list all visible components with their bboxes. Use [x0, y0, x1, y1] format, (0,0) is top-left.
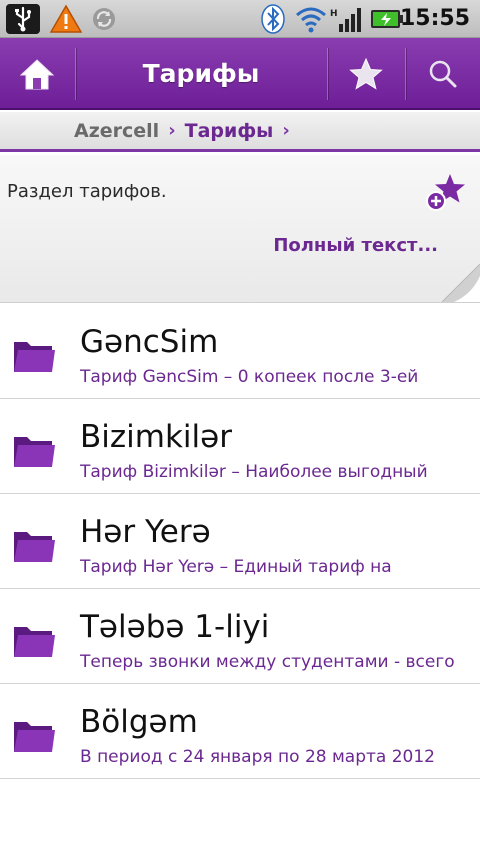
- section-description: Раздел тарифов.: [7, 181, 167, 202]
- list-item-subtitle: Тариф Bizimkilər – Наиболее выгодный: [80, 462, 428, 482]
- breadcrumb-root[interactable]: Azercell: [74, 120, 159, 142]
- list-item[interactable]: Bölgəm В период с 24 января по 28 марта …: [0, 684, 480, 779]
- breadcrumb-current[interactable]: Тарифы: [185, 120, 274, 142]
- folder-icon: [14, 437, 55, 467]
- folder-icon: [14, 532, 55, 562]
- folder-icon: [14, 627, 55, 657]
- chevron-right-icon: ›: [168, 120, 176, 141]
- home-button[interactable]: [0, 38, 74, 110]
- warning-icon: [50, 4, 82, 33]
- chevron-right-icon: ›: [282, 120, 290, 141]
- search-icon: [429, 60, 457, 88]
- list-item-title: GəncSim: [80, 324, 219, 360]
- description-panel: Раздел тарифов. Полный текст...: [0, 155, 480, 303]
- page-curl-icon: [442, 264, 480, 302]
- list-item[interactable]: GəncSim Тариф GəncSim – 0 копеек после 3…: [0, 304, 480, 399]
- star-icon: [349, 57, 383, 90]
- svg-text:H: H: [330, 9, 338, 19]
- list-item-title: Bizimkilər: [80, 419, 232, 455]
- signal-icon: H: [330, 8, 361, 32]
- tariff-list: GəncSim Тариф GəncSim – 0 копеек после 3…: [0, 304, 480, 779]
- list-item-subtitle: Теперь звонки между студентами - всего: [80, 652, 455, 672]
- full-text-link[interactable]: Полный текст...: [273, 235, 438, 256]
- breadcrumb: Azercell › Тарифы ›: [0, 112, 480, 152]
- list-item-title: Bölgəm: [80, 704, 198, 740]
- list-item-title: Hər Yerə: [80, 514, 211, 550]
- star-plus-icon[interactable]: [424, 173, 468, 213]
- sync-icon: [93, 8, 115, 30]
- list-item-subtitle: В период с 24 января по 28 марта 2012: [80, 747, 435, 767]
- list-item-subtitle: Тариф Hər Yerə – Единый тариф на: [80, 557, 392, 577]
- folder-icon: [14, 722, 55, 752]
- status-bar: H 15:55: [0, 0, 480, 38]
- favorites-button[interactable]: [328, 38, 404, 110]
- usb-icon: [6, 4, 40, 34]
- page-title: Тарифы: [142, 59, 260, 88]
- folder-icon: [14, 342, 55, 372]
- home-icon: [19, 59, 55, 90]
- action-bar: Тарифы: [0, 38, 480, 110]
- battery-charging-icon: [371, 10, 403, 28]
- list-item[interactable]: Bizimkilər Тариф Bizimkilər – Наиболее в…: [0, 399, 480, 494]
- list-item-title: Tələbə 1-liyi: [80, 609, 270, 645]
- wifi-icon: [296, 7, 326, 33]
- search-button[interactable]: [406, 38, 480, 110]
- bluetooth-icon: [261, 4, 285, 34]
- list-item[interactable]: Tələbə 1-liyi Теперь звонки между студен…: [0, 589, 480, 684]
- list-item-subtitle: Тариф GəncSim – 0 копеек после 3-ей: [80, 367, 419, 387]
- clock: 15:55: [399, 6, 470, 31]
- list-item[interactable]: Hər Yerə Тариф Hər Yerə – Единый тариф н…: [0, 494, 480, 589]
